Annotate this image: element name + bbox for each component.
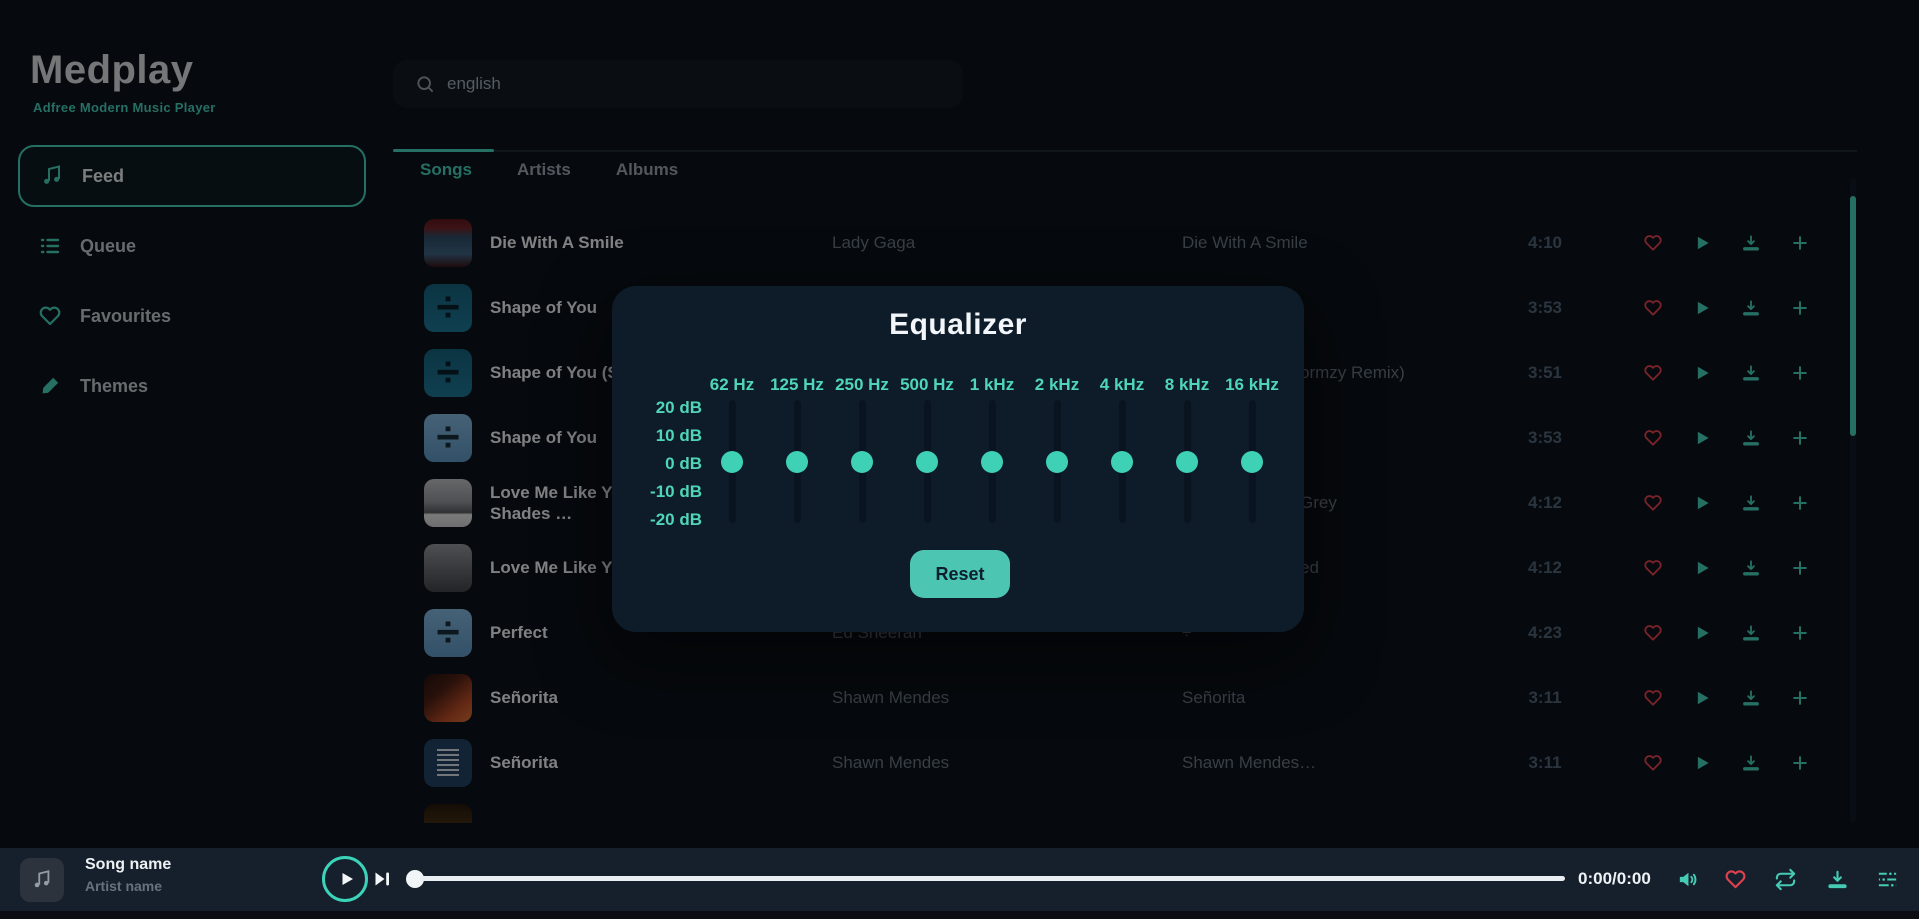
player-album-art <box>20 858 64 902</box>
eq-band-label: 62 Hz <box>710 375 754 395</box>
eq-db-label: 10 dB <box>626 426 702 446</box>
music-note-icon <box>31 869 53 891</box>
volume-icon <box>1676 868 1699 891</box>
equalizer-sliders-icon <box>1876 868 1899 891</box>
download-icon <box>1826 868 1849 891</box>
play-pause-button[interactable] <box>322 856 368 902</box>
eq-slider-thumb[interactable] <box>721 451 743 473</box>
eq-band-label: 8 kHz <box>1165 375 1209 395</box>
skip-next-button[interactable] <box>370 867 394 891</box>
eq-db-label: -10 dB <box>626 482 702 502</box>
eq-band-label: 16 kHz <box>1225 375 1279 395</box>
eq-slider-thumb[interactable] <box>916 451 938 473</box>
eq-db-label: 0 dB <box>626 454 702 474</box>
player-artist-name: Artist name <box>85 878 162 894</box>
eq-slider-thumb[interactable] <box>786 451 808 473</box>
repeat-icon <box>1774 868 1797 891</box>
player-song-title: Song name <box>85 856 171 874</box>
equalizer-title: Equalizer <box>612 308 1304 342</box>
eq-band-label: 1 kHz <box>970 375 1014 395</box>
download-button[interactable] <box>1819 861 1855 897</box>
play-icon <box>338 870 356 888</box>
app-window: Medplay Adfree Modern Music Player Feed … <box>0 0 1919 919</box>
eq-db-label: 20 dB <box>626 398 702 418</box>
progress-bar[interactable] <box>420 876 1565 881</box>
equalizer-modal: Equalizer 20 dB 10 dB 0 dB -10 dB -20 dB 62 … <box>612 286 1304 632</box>
volume-button[interactable] <box>1669 861 1705 897</box>
eq-band-label: 250 Hz <box>835 375 889 395</box>
eq-slider-thumb[interactable] <box>981 451 1003 473</box>
eq-slider-thumb[interactable] <box>1176 451 1198 473</box>
eq-band-label: 500 Hz <box>900 375 954 395</box>
eq-slider-thumb[interactable] <box>851 451 873 473</box>
eq-band-label: 2 kHz <box>1035 375 1079 395</box>
eq-slider-thumb[interactable] <box>1046 451 1068 473</box>
repeat-button[interactable] <box>1767 861 1803 897</box>
player-bar: Song name Artist name 0:00/0:00 <box>0 848 1919 919</box>
eq-slider-thumb[interactable] <box>1111 451 1133 473</box>
reset-button[interactable]: Reset <box>910 550 1010 598</box>
equalizer-button[interactable] <box>1869 861 1905 897</box>
skip-next-icon <box>370 867 394 891</box>
playback-time: 0:00/0:00 <box>1578 869 1668 889</box>
heart-icon <box>1724 868 1747 891</box>
eq-band-label: 125 Hz <box>770 375 824 395</box>
eq-db-label: -20 dB <box>626 510 702 530</box>
eq-slider-thumb[interactable] <box>1241 451 1263 473</box>
favourite-button[interactable] <box>1717 861 1753 897</box>
eq-band-label: 4 kHz <box>1100 375 1144 395</box>
